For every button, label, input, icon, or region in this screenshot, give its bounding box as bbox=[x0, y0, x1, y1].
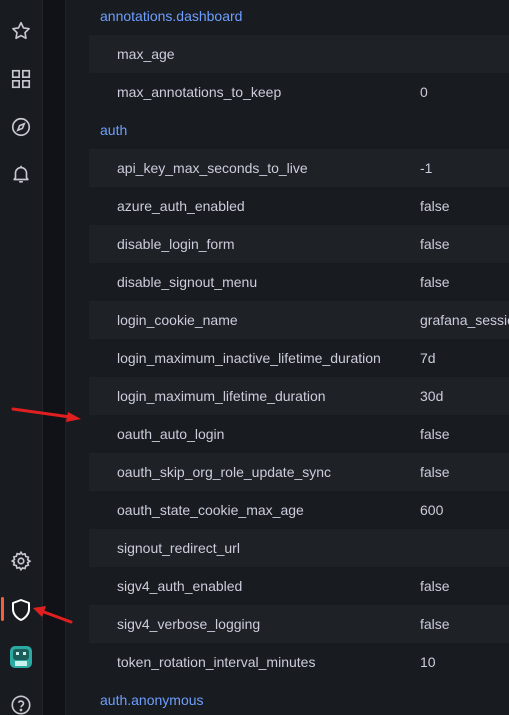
setting-value: -1 bbox=[420, 160, 433, 176]
setting-row: max_age bbox=[89, 35, 509, 73]
setting-row: oauth_state_cookie_max_age 600 bbox=[89, 491, 509, 529]
section-title: auth bbox=[100, 122, 128, 138]
setting-key: sigv4_verbose_logging bbox=[117, 616, 261, 632]
setting-row: disable_login_form false bbox=[89, 225, 509, 263]
sidebar-nav bbox=[0, 0, 43, 715]
setting-key: login_maximum_inactive_lifetime_duration bbox=[117, 350, 381, 366]
setting-row: disable_signout_menu false bbox=[89, 263, 509, 301]
active-nav-indicator bbox=[1, 597, 4, 621]
setting-row: oauth_skip_org_role_update_sync false bbox=[89, 453, 509, 491]
setting-key: api_key_max_seconds_to_live bbox=[117, 160, 308, 176]
setting-value: 10 bbox=[420, 654, 436, 670]
setting-value: false bbox=[420, 616, 450, 632]
setting-key: oauth_state_cookie_max_age bbox=[117, 502, 304, 518]
setting-row: max_annotations_to_keep 0 bbox=[89, 73, 509, 111]
settings-gear-icon[interactable] bbox=[8, 548, 34, 574]
settings-table: annotations.dashboard max_age max_annota… bbox=[65, 0, 509, 715]
setting-row: signout_redirect_url bbox=[89, 529, 509, 567]
user-avatar[interactable] bbox=[10, 646, 32, 668]
setting-key: oauth_auto_login bbox=[117, 426, 225, 442]
star-icon[interactable] bbox=[8, 18, 34, 44]
setting-row: api_key_max_seconds_to_live -1 bbox=[89, 149, 509, 187]
dashboards-icon[interactable] bbox=[8, 66, 34, 92]
setting-value: false bbox=[420, 198, 450, 214]
section-title: annotations.dashboard bbox=[100, 8, 243, 24]
setting-row: token_rotation_interval_minutes 10 bbox=[89, 643, 509, 681]
setting-key: login_maximum_lifetime_duration bbox=[117, 388, 326, 404]
setting-value: 30d bbox=[420, 388, 444, 404]
setting-row: login_maximum_lifetime_duration 30d bbox=[89, 377, 509, 415]
explore-icon[interactable] bbox=[8, 114, 34, 140]
section-title: auth.anonymous bbox=[100, 692, 204, 708]
setting-key: token_rotation_interval_minutes bbox=[117, 654, 316, 670]
setting-key: max_age bbox=[117, 46, 175, 62]
setting-key: max_annotations_to_keep bbox=[117, 84, 282, 100]
setting-value: false bbox=[420, 464, 450, 480]
setting-value: false bbox=[420, 274, 450, 290]
setting-key: disable_login_form bbox=[117, 236, 235, 252]
setting-row: login_cookie_name grafana_session bbox=[89, 301, 509, 339]
alerting-icon[interactable] bbox=[8, 161, 34, 187]
help-icon[interactable] bbox=[8, 692, 34, 715]
setting-value: 600 bbox=[420, 502, 444, 518]
setting-key: oauth_skip_org_role_update_sync bbox=[117, 464, 332, 480]
setting-row: oauth_auto_login false bbox=[89, 415, 509, 453]
setting-row: login_maximum_inactive_lifetime_duration… bbox=[89, 339, 509, 377]
server-admin-shield-icon[interactable] bbox=[8, 597, 34, 623]
setting-value: 7d bbox=[420, 350, 436, 366]
setting-value: false bbox=[420, 426, 450, 442]
setting-row: sigv4_verbose_logging false bbox=[89, 605, 509, 643]
setting-key: azure_auth_enabled bbox=[117, 198, 245, 214]
content-gutter bbox=[43, 0, 65, 715]
setting-key: signout_redirect_url bbox=[117, 540, 240, 556]
grafana-admin-settings-page: annotations.dashboard max_age max_annota… bbox=[0, 0, 509, 715]
setting-value: grafana_session bbox=[420, 312, 509, 328]
setting-value: false bbox=[420, 578, 450, 594]
setting-value: false bbox=[420, 236, 450, 252]
setting-key: login_cookie_name bbox=[117, 312, 238, 328]
setting-row: sigv4_auth_enabled false bbox=[89, 567, 509, 605]
setting-value: 0 bbox=[420, 84, 428, 100]
setting-key: disable_signout_menu bbox=[117, 274, 258, 290]
setting-key: sigv4_auth_enabled bbox=[117, 578, 243, 594]
setting-row: azure_auth_enabled false bbox=[89, 187, 509, 225]
